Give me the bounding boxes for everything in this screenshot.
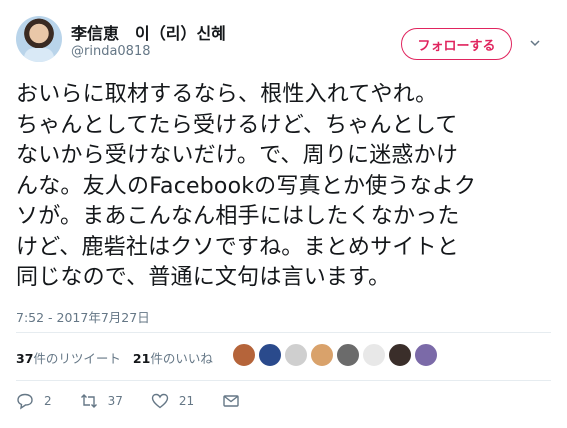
retweet-button[interactable]: 37	[80, 392, 123, 410]
tweet-text: おいらに取材するなら、根性入れてやれ。 ちゃんとしてたら受けるけど、ちゃんとして…	[16, 80, 556, 294]
envelope-icon	[223, 395, 239, 407]
tweet-line: けど、鹿砦社はクソですね。まとめサイトと	[16, 234, 459, 260]
tweet-card: 李信恵 이（리）신혜 @rinda0818 フォローする おいらに取材するなら、…	[0, 0, 567, 428]
tweet-line: ソが。まあこんなん相手にはしたくなかった	[16, 204, 460, 229]
liker-avatar[interactable]	[336, 343, 360, 367]
display-name[interactable]: 李信恵 이（리）신혜	[71, 20, 226, 44]
retweet-stat[interactable]: 37件のリツイート	[16, 348, 121, 367]
liker-avatars	[232, 343, 464, 367]
like-button[interactable]: 21	[151, 392, 194, 410]
tweet-line: ないから受けないだけ。で、周りに迷惑かけ	[16, 143, 459, 168]
liker-avatar[interactable]	[232, 343, 256, 367]
retweet-icon	[80, 394, 97, 408]
liker-avatar[interactable]	[440, 343, 464, 367]
tweet-line: 同じなので、普通に文句は言います。	[16, 265, 391, 290]
liker-avatar[interactable]	[310, 343, 334, 367]
liker-avatar[interactable]	[362, 343, 386, 367]
liker-avatar[interactable]	[388, 343, 412, 367]
engagement-stats: 37件のリツイート 21件のいいね	[16, 348, 213, 367]
divider	[16, 332, 551, 333]
chevron-down-icon[interactable]	[530, 38, 540, 48]
like-stat[interactable]: 21件のいいね	[133, 348, 213, 367]
retweet-stat-count: 37	[16, 351, 34, 366]
user-handle[interactable]: @rinda0818	[71, 44, 151, 59]
tweet-line: おいらに取材するなら、根性入れてやれ。	[16, 82, 438, 107]
avatar[interactable]	[16, 16, 62, 62]
message-button[interactable]	[222, 392, 240, 410]
liker-avatar[interactable]	[414, 343, 438, 367]
follow-button[interactable]: フォローする	[401, 28, 512, 60]
tweet-line: んな。友人のFacebookの写真とか使うなよク	[16, 173, 477, 199]
liker-avatar[interactable]	[258, 343, 282, 367]
reply-button[interactable]: 2	[16, 392, 52, 410]
divider	[16, 380, 551, 381]
like-stat-label: 件のいいね	[150, 351, 213, 366]
tweet-actions: 2 37 21	[16, 392, 268, 410]
heart-icon	[151, 393, 169, 409]
reply-count: 2	[44, 394, 52, 408]
liker-avatar[interactable]	[284, 343, 308, 367]
retweet-count: 37	[107, 394, 123, 408]
like-count: 21	[178, 394, 195, 408]
timestamp[interactable]: 7:52 - 2017年7月27日	[16, 307, 150, 326]
tweet-line: ちゃんとしてたら受けるけど、ちゃんとして	[16, 112, 458, 138]
like-stat-count: 21	[132, 351, 151, 366]
reply-icon	[17, 393, 33, 410]
retweet-stat-label: 件のリツイート	[33, 351, 121, 366]
